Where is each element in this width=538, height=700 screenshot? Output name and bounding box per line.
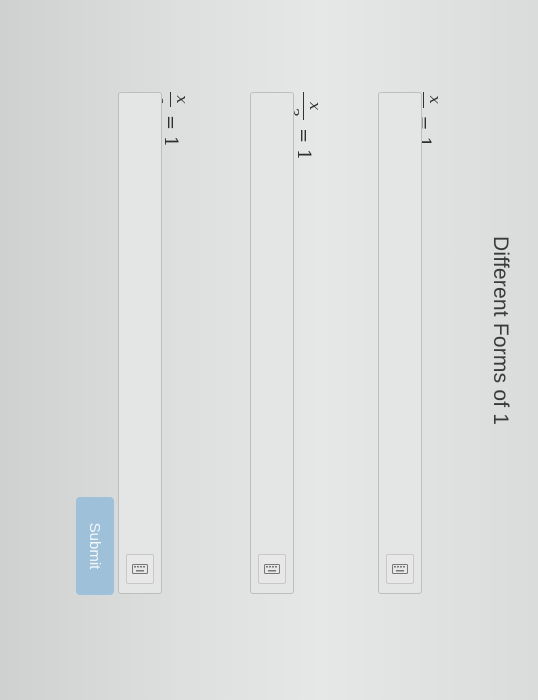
keyboard-icon[interactable]	[258, 554, 286, 584]
submit-button[interactable]: Submit	[76, 497, 114, 595]
keyboard-icon[interactable]	[386, 554, 414, 584]
answer-input-1[interactable]	[378, 92, 422, 594]
page-title: Different Forms of 1	[489, 236, 512, 426]
answer-input-3[interactable]	[118, 92, 162, 594]
answer-row-1	[370, 0, 430, 700]
worksheet-page: Different Forms of 1 x 5 = 1 x −3	[0, 0, 538, 700]
numerator-2: x	[306, 101, 325, 111]
answer-row-3	[110, 0, 170, 700]
numerator-3: x	[173, 95, 192, 104]
keyboard-icon[interactable]	[126, 554, 154, 584]
answer-row-2	[242, 0, 302, 700]
answer-input-2[interactable]	[250, 92, 294, 594]
